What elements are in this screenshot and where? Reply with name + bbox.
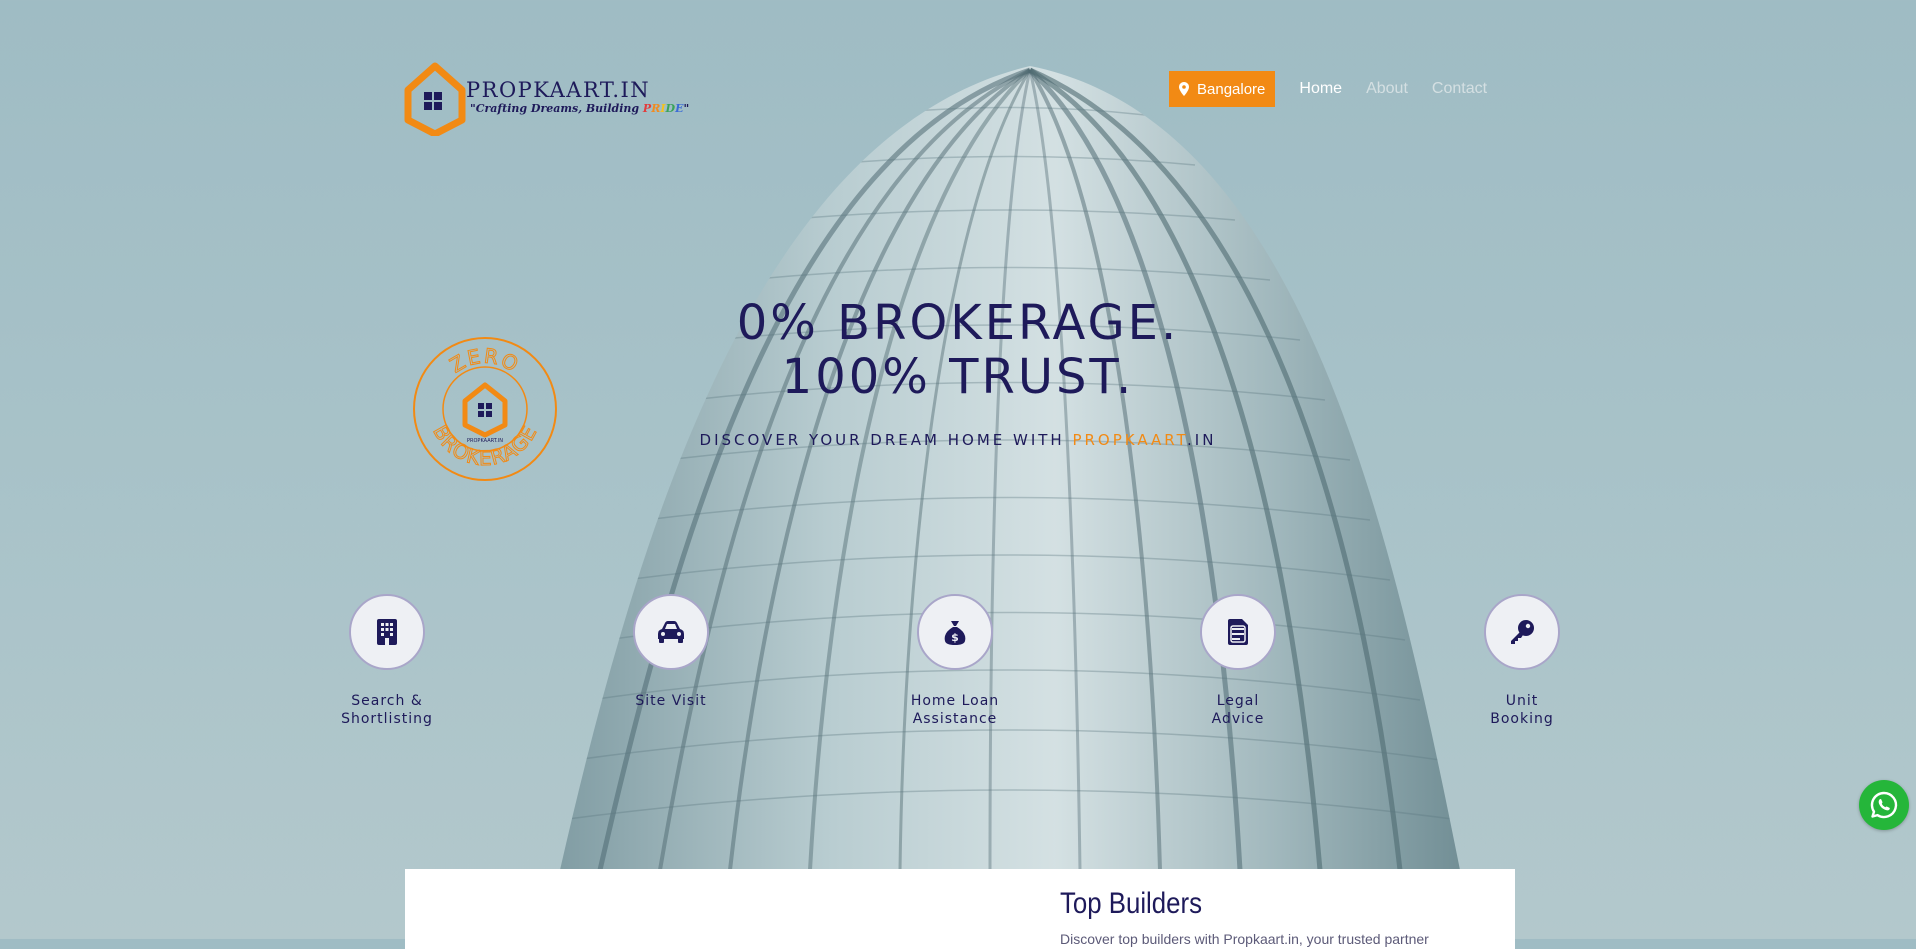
hero-title-line1: 0% BROKERAGE. [736,295,1180,351]
city-selector-button[interactable]: Bangalore [1169,71,1276,107]
service-icon-circle: $ [917,594,993,670]
service-label: Legal Advice [1211,693,1265,727]
building-icon [377,619,397,645]
zero-brokerage-stamp: ZERO BROKERAGE PROPKAART.IN [413,337,557,481]
service-label: Search & Shortlisting [341,693,433,727]
nav-link-home[interactable]: Home [1299,80,1342,98]
top-builders-section: Top Builders Discover top builders with … [405,869,1515,949]
stamp-top-text: ZERO [445,343,522,378]
service-label: Home Loan Assistance [910,693,1000,727]
hero-subtitle-brand: PROPKAART [1072,431,1188,449]
money-bag-icon: $ [944,621,966,645]
hero-subtitle: DISCOVER YOUR DREAM HOME WITH PROPKAART.… [699,431,1217,449]
whatsapp-button[interactable] [1859,780,1909,830]
stamp-inner-text: PROPKAART.IN [467,438,503,444]
main-nav: Bangalore Home About Contact [1169,71,1487,107]
map-pin-icon [1179,82,1189,96]
document-icon [1228,619,1248,645]
whatsapp-icon [1870,791,1898,819]
nav-link-about[interactable]: About [1366,80,1408,98]
svg-text:BROKERAGE: BROKERAGE [428,421,541,470]
hero-background-tower [560,66,1460,870]
service-icon-circle [349,594,425,670]
house-logo-icon [404,62,466,136]
svg-text:$: $ [951,631,959,644]
service-icon-circle [1200,594,1276,670]
service-label: Unit Booking [1490,693,1554,727]
top-builders-description: Discover top builders with Propkaart.in,… [1060,931,1429,947]
top-builders-title: Top Builders [1060,887,1202,920]
site-logo[interactable]: PROPKAART.IN "Crafting Dreams, Building … [404,62,689,138]
hero-title-line2: 100% TRUST. [781,349,1135,405]
service-site-visit[interactable]: Site Visit [596,594,746,710]
key-icon [1511,620,1534,644]
car-icon [658,621,684,643]
service-search-shortlisting[interactable]: Search & Shortlisting [312,594,462,728]
logo-brand-name: PROPKAART.IN [466,78,651,102]
service-unit-booking[interactable]: Unit Booking [1447,594,1597,728]
service-label: Site Visit [635,693,707,709]
svg-text:ZERO: ZERO [446,344,524,378]
nav-link-contact[interactable]: Contact [1432,80,1487,98]
city-name: Bangalore [1197,80,1266,98]
hero-title: 0% BROKERAGE. 100% TRUST. [560,296,1356,404]
service-home-loan[interactable]: $ Home Loan Assistance [880,594,1030,728]
service-icon-circle [1484,594,1560,670]
stamp-bottom-text: BROKERAGE [428,420,541,470]
service-legal-advice[interactable]: Legal Advice [1163,594,1313,728]
service-icon-circle [633,594,709,670]
logo-tagline: "Crafting Dreams, Building PRIDE" [470,102,690,115]
